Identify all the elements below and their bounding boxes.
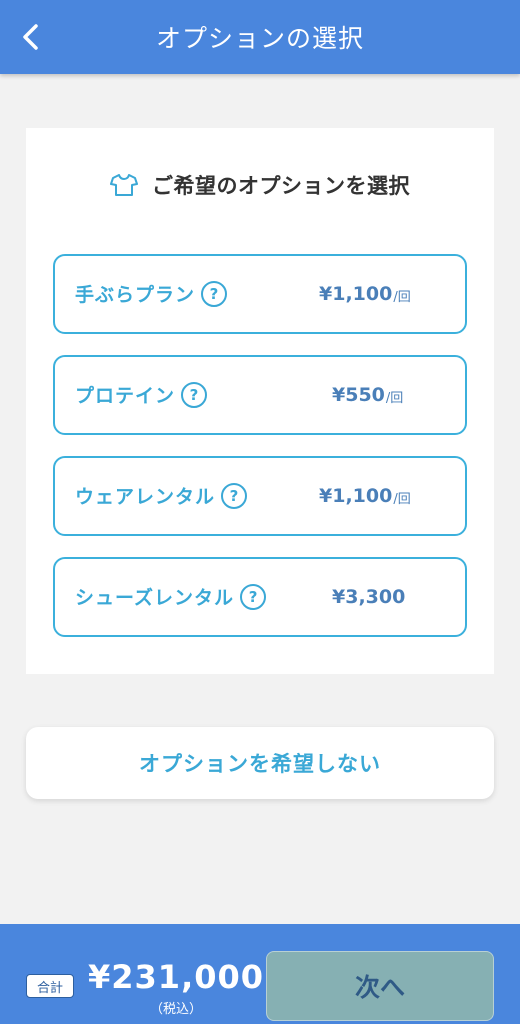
option-name-wrapper: プロテイン ? xyxy=(75,357,208,432)
option-name-wrapper: シューズレンタル ? xyxy=(75,559,267,634)
option-shoes-rental[interactable]: シューズレンタル ? ¥3,300 xyxy=(53,557,467,637)
option-wear-rental[interactable]: ウェアレンタル ? ¥1,100 /回 xyxy=(53,456,467,536)
option-name-wrapper: ウェアレンタル ? xyxy=(75,458,248,533)
help-icon[interactable]: ? xyxy=(240,583,267,610)
option-price: ¥1,100 xyxy=(319,282,393,305)
options-heading-text: ご希望のオプションを選択 xyxy=(152,174,410,198)
option-name-wrapper: 手ぶらプラン ? xyxy=(75,256,228,331)
tshirt-icon xyxy=(110,174,138,196)
option-tebura-plan[interactable]: 手ぶらプラン ? ¥1,100 /回 xyxy=(53,254,467,334)
option-price-wrapper: ¥1,100 /回 xyxy=(319,256,411,331)
option-price-unit: /回 xyxy=(393,289,411,305)
help-icon[interactable]: ? xyxy=(221,482,248,509)
option-price: ¥3,300 xyxy=(332,585,406,608)
help-icon[interactable]: ? xyxy=(201,280,228,307)
option-name: ウェアレンタル xyxy=(75,486,216,508)
chevron-left-icon xyxy=(23,24,38,50)
tax-note: （税込） xyxy=(150,1002,203,1017)
page-title: オプションの選択 xyxy=(155,24,364,53)
back-button[interactable] xyxy=(14,20,48,54)
option-price-unit: /回 xyxy=(385,390,404,406)
option-name: 手ぶらプラン xyxy=(75,284,196,306)
option-price-unit: /回 xyxy=(393,491,411,507)
option-price-wrapper: ¥1,100 /回 xyxy=(319,458,411,533)
option-price: ¥550 xyxy=(332,383,385,406)
no-option-button[interactable]: オプションを希望しない xyxy=(26,727,494,799)
option-price-wrapper: ¥3,300 xyxy=(332,559,406,634)
option-price-wrapper: ¥550 /回 xyxy=(332,357,403,432)
option-name: シューズレンタル xyxy=(75,587,235,609)
option-protein[interactable]: プロテイン ? ¥550 /回 xyxy=(53,355,467,435)
next-button[interactable]: 次へ xyxy=(266,951,494,1021)
header-bar: オプションの選択 xyxy=(0,0,520,74)
total-label: 合計 xyxy=(26,974,74,998)
footer-bar: 合計 ¥231,000 （税込） 次へ xyxy=(0,924,520,1024)
option-price: ¥1,100 xyxy=(319,484,393,507)
help-icon[interactable]: ? xyxy=(181,381,208,408)
total-amount: ¥231,000 xyxy=(88,958,265,996)
options-heading: ご希望のオプションを選択 xyxy=(0,170,520,200)
option-name: プロテイン xyxy=(75,385,176,407)
